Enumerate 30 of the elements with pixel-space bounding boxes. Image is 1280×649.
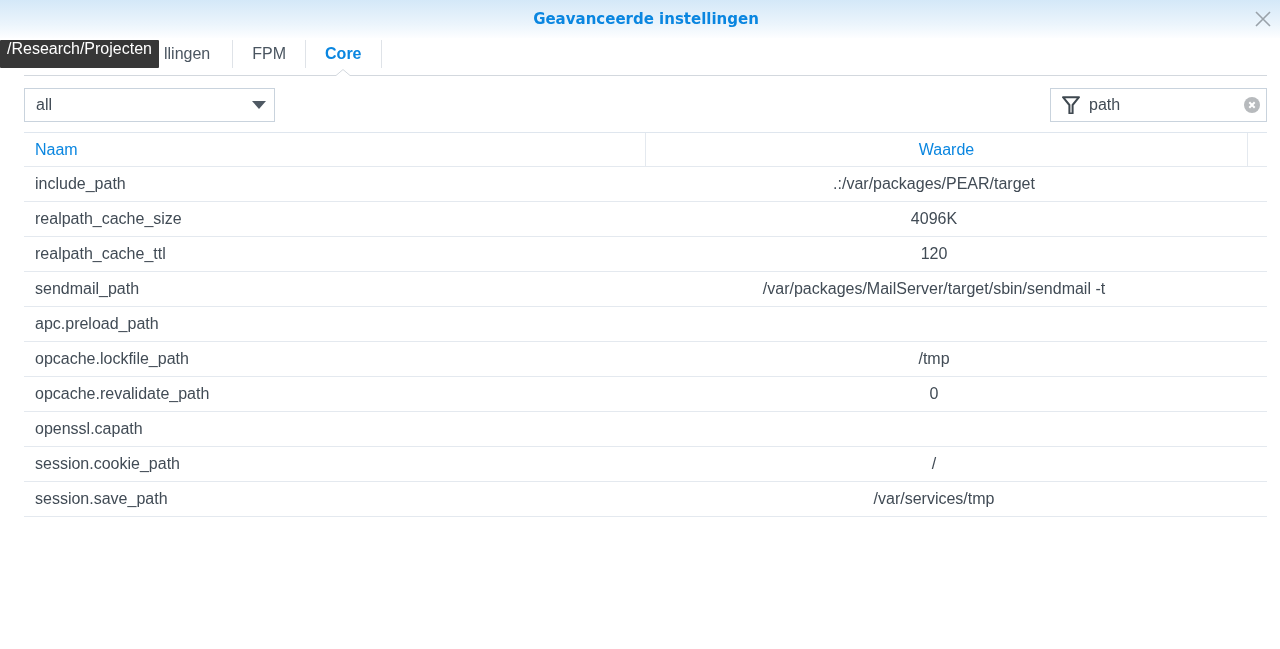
setting-name: realpath_cache_ttl xyxy=(35,245,166,263)
tooltip: /Research/Projecten xyxy=(0,40,159,68)
setting-name: include_path xyxy=(35,175,126,193)
setting-name: opcache.revalidate_path xyxy=(35,385,210,403)
dialog-title: Geavanceerde instellingen xyxy=(533,10,759,28)
setting-name: session.cookie_path xyxy=(35,455,180,473)
filter-icon xyxy=(1062,96,1080,114)
setting-value: 0 xyxy=(929,385,939,403)
setting-value: .:/var/packages/PEAR/target xyxy=(833,175,1035,193)
notch-icon xyxy=(336,69,351,76)
setting-name: sendmail_path xyxy=(35,280,140,298)
setting-value: 4096K xyxy=(910,210,958,228)
filter-dropdown[interactable]: all xyxy=(24,88,275,122)
setting-value: / xyxy=(931,455,937,473)
setting-name: opcache.lockfile_path xyxy=(35,350,189,368)
setting-value: /var/packages/MailServer/target/sbin/sendmail -t xyxy=(762,280,1106,298)
close-icon[interactable] xyxy=(1255,11,1271,27)
setting-name: realpath_cache_size xyxy=(35,210,182,228)
tab[interactable]: Core xyxy=(306,38,381,76)
search-field[interactable]: path xyxy=(1050,88,1267,122)
column-header[interactable]: Naam xyxy=(35,140,78,159)
setting-value: /tmp xyxy=(918,350,950,368)
setting-name: apc.preload_path xyxy=(35,315,159,333)
column-header[interactable]: Waarde xyxy=(918,140,975,159)
setting-value: /var/services/tmp xyxy=(873,490,995,508)
caret-icon xyxy=(252,101,266,109)
setting-value: 120 xyxy=(920,245,948,263)
setting-name: session.save_path xyxy=(35,490,168,508)
setting-name: openssl.capath xyxy=(35,420,143,438)
clear-icon[interactable] xyxy=(1244,97,1260,113)
